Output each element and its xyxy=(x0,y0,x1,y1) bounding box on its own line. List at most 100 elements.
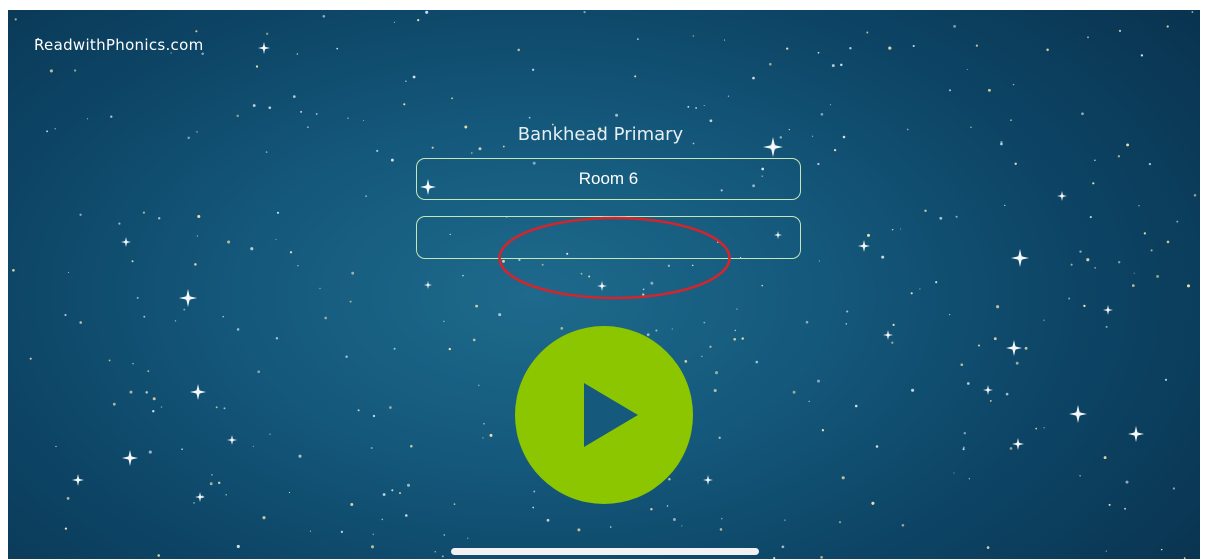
sparkle-glow xyxy=(198,495,202,499)
password-field[interactable] xyxy=(416,216,801,259)
class-name-field[interactable] xyxy=(416,158,801,200)
sparkle-glow xyxy=(1015,441,1021,447)
star-dot xyxy=(183,308,186,311)
star-dot xyxy=(255,65,259,68)
star-dot xyxy=(1092,182,1095,185)
star-dot xyxy=(475,304,478,308)
sparkle-glow xyxy=(426,283,430,287)
sparkle-glow xyxy=(600,284,604,288)
star-dot xyxy=(1132,284,1135,287)
home-indicator-bar[interactable] xyxy=(451,548,759,555)
star-dot xyxy=(867,233,870,237)
star-dot xyxy=(482,437,484,439)
star-dot xyxy=(393,21,395,23)
star-dot xyxy=(986,546,990,549)
star-dot xyxy=(901,523,905,527)
star-dot xyxy=(1094,159,1096,161)
star-dot xyxy=(502,259,505,263)
star-dot xyxy=(891,341,894,344)
star-dot xyxy=(434,550,437,553)
star-dot xyxy=(225,493,227,496)
star-dot xyxy=(996,305,1000,309)
star-dot xyxy=(86,118,89,120)
star-dot xyxy=(1043,319,1045,321)
star-dot xyxy=(1191,11,1194,13)
star-dot xyxy=(854,404,858,408)
star-dot xyxy=(391,489,394,492)
star-dot xyxy=(741,337,744,340)
star-dot xyxy=(687,106,690,108)
star-dot xyxy=(211,473,213,476)
star-dot xyxy=(910,292,913,295)
star-dot xyxy=(324,316,328,320)
star-dot xyxy=(297,265,299,267)
star-dot xyxy=(365,195,367,197)
star-dot xyxy=(322,14,326,18)
star-dot xyxy=(541,263,544,266)
star-dot xyxy=(1035,427,1037,430)
star-dot xyxy=(195,30,198,33)
star-dot xyxy=(340,530,344,534)
star-dot xyxy=(14,18,17,21)
star-dot xyxy=(736,308,738,310)
star-dot xyxy=(498,313,502,317)
star-dot xyxy=(784,519,786,521)
star-dot xyxy=(833,148,837,152)
star-dot xyxy=(194,263,197,266)
star-dot xyxy=(919,288,921,290)
star-dot xyxy=(892,323,895,327)
star-dot xyxy=(962,446,965,449)
star-dot xyxy=(262,516,266,520)
star-dot xyxy=(54,128,56,130)
star-dot xyxy=(588,275,591,278)
star-dot xyxy=(818,260,820,262)
star-dot xyxy=(518,258,521,261)
star-dot xyxy=(609,526,612,528)
star-dot xyxy=(293,95,296,98)
star-dot xyxy=(528,116,531,119)
star-dot xyxy=(817,379,820,383)
star-dot xyxy=(46,130,49,133)
star-dot xyxy=(667,264,671,267)
sparkle-glow xyxy=(861,243,867,249)
star-dot xyxy=(1160,548,1163,551)
star-dot xyxy=(217,481,221,485)
star-dot xyxy=(577,528,581,532)
star-dot xyxy=(817,51,820,54)
star-dot xyxy=(215,406,218,409)
star-dot xyxy=(152,397,156,401)
star-dot xyxy=(721,518,723,520)
star-dot xyxy=(718,436,721,439)
star-dot xyxy=(1015,361,1019,365)
star-dot xyxy=(227,240,231,244)
star-dot xyxy=(403,103,406,106)
sparkle-glow xyxy=(706,478,710,482)
star-dot xyxy=(268,106,272,109)
star-dot xyxy=(417,19,420,22)
star-dot xyxy=(381,518,384,521)
star-dot xyxy=(382,493,386,496)
star-dot xyxy=(174,320,177,322)
star-dot xyxy=(275,337,279,340)
star-dot xyxy=(989,399,992,402)
star-dot xyxy=(703,321,706,324)
sparkle-glow xyxy=(75,477,81,483)
star-dot xyxy=(181,448,183,451)
star-dot xyxy=(443,320,445,323)
star-dot xyxy=(349,300,352,303)
star-dot xyxy=(755,360,759,364)
star-dot xyxy=(924,209,927,213)
star-dot xyxy=(1143,232,1147,235)
play-button[interactable] xyxy=(515,326,693,504)
star-dot xyxy=(583,10,586,14)
star-dot xyxy=(250,247,254,251)
star-dot xyxy=(236,544,240,549)
star-dot xyxy=(118,222,121,225)
star-dot xyxy=(1124,507,1127,510)
star-dot xyxy=(761,284,764,287)
star-dot xyxy=(734,329,737,332)
star-dot xyxy=(1010,119,1012,121)
star-dot xyxy=(351,271,355,275)
star-dot xyxy=(820,112,824,116)
star-dot xyxy=(517,48,520,52)
